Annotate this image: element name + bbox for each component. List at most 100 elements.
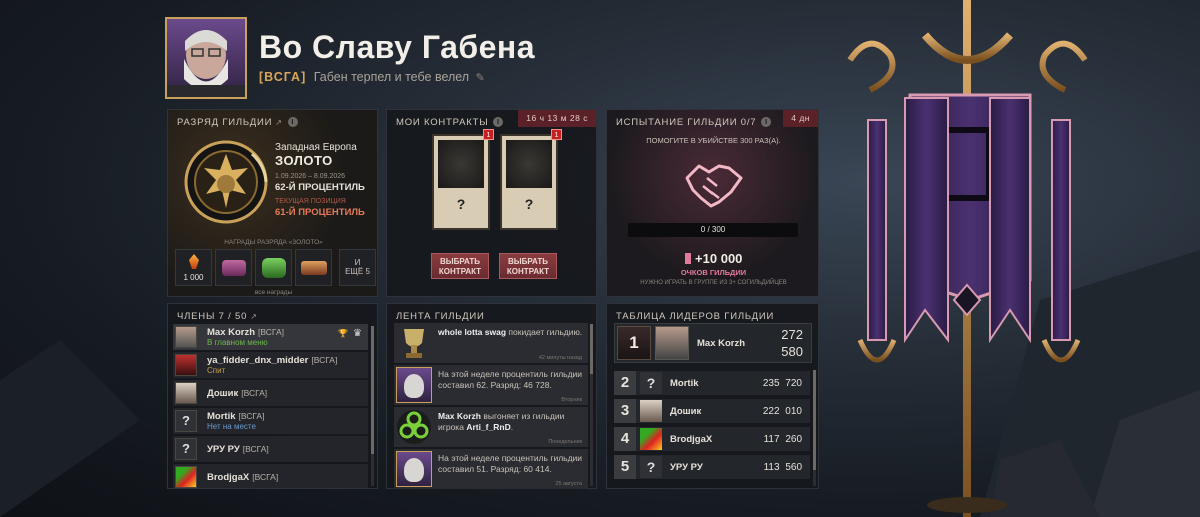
more-rewards-count: ещё 5 — [345, 267, 370, 276]
member-row[interactable]: ? УРУ РУ [ВСГА] — [173, 436, 368, 462]
external-link-icon[interactable]: ↗ — [250, 312, 258, 321]
feed-actor[interactable]: whole lotta swag — [438, 327, 506, 337]
handshake-icon — [685, 164, 743, 208]
pencil-icon[interactable]: ✎ — [476, 72, 485, 84]
feed-actor[interactable]: Max Korzh — [438, 411, 481, 421]
guild-points-icon — [684, 253, 691, 264]
leaderboard-top-row[interactable]: 1 Max Korzh 272 580 — [614, 323, 812, 363]
avatar — [655, 326, 689, 360]
member-tag: [ВСГА] — [241, 388, 268, 398]
contract-card-2[interactable]: ? 1 — [500, 129, 562, 230]
member-status: Нет на месте — [207, 422, 256, 431]
reward-shards[interactable]: 1 000 — [175, 249, 212, 286]
select-contract-label-2: контракт — [506, 267, 550, 276]
info-icon[interactable]: i — [287, 117, 298, 127]
feed-item: whole lotta swag покидает гильдию. 42 ми… — [394, 323, 588, 363]
guild-header: Во Славу Габена [ВСГА] Габен терпел и те… — [165, 17, 765, 99]
select-contract-label: Выбрать — [507, 257, 548, 266]
reward-item-3[interactable] — [255, 249, 292, 286]
feed-text: На этой неделе процентиль гильдии состав… — [438, 369, 583, 390]
members-title: Члены 7 / 50 — [177, 311, 248, 322]
row-name: Дошик — [670, 406, 702, 417]
select-contract-button-2[interactable]: Выбрать контракт — [499, 253, 557, 279]
feed-text: покидает гильдию. — [508, 327, 583, 337]
feed-target[interactable]: Arti_f_RnD — [466, 422, 510, 432]
trophy-icon — [404, 329, 424, 358]
rank-percentile: 62-й процентиль — [275, 182, 365, 193]
member-status: В главном меню — [207, 338, 268, 347]
member-name: Mortik — [207, 411, 236, 422]
contract-card-1[interactable]: ? 1 — [432, 129, 494, 230]
challenge-progress-text: 0 / 300 — [700, 225, 726, 234]
chest-icon — [222, 260, 246, 276]
leaderboard-scrollbar[interactable] — [813, 370, 816, 470]
notification-badge: 1 — [483, 129, 494, 140]
member-name: ya_fidder_dnx_midder — [207, 355, 309, 366]
avatar: ? — [640, 456, 662, 478]
avatar: ? — [175, 410, 197, 432]
select-contract-button-1[interactable]: Выбрать контракт — [431, 253, 489, 279]
row-rank: 5 — [614, 455, 636, 479]
select-contract-label-2: контракт — [438, 267, 482, 276]
more-rewards[interactable]: И ещё 5 — [339, 249, 376, 286]
member-row[interactable]: ya_fidder_dnx_midder [ВСГА] Спит — [173, 352, 368, 378]
member-name: Max Korzh — [207, 327, 256, 338]
current-position-label: Текущая позиция — [275, 198, 346, 205]
rank-period: 1.09.2026 – 8.09.2026 — [275, 173, 346, 180]
rank-one-badge: 1 — [617, 326, 651, 360]
avatar: ? — [175, 438, 197, 460]
contract-unknown: ? — [524, 196, 534, 212]
avatar — [175, 354, 197, 376]
row-rank: 4 — [614, 427, 636, 451]
select-contract-label: Выбрать — [439, 257, 480, 266]
biohazard-icon — [397, 410, 431, 444]
reward-item-2[interactable] — [215, 249, 252, 286]
avatar-portrait — [167, 30, 245, 97]
rank-panel-title: Разряд гильдии — [177, 117, 273, 128]
trophy-icon: 🏆 — [338, 329, 348, 338]
challenge-description: Помогите в убийстве 300 раз(а). — [646, 136, 781, 145]
member-row[interactable]: Дошик [ВСГА] — [173, 380, 368, 406]
member-row[interactable]: Max Korzh [ВСГА] В главном меню 🏆 ♛ — [173, 324, 368, 350]
avatar — [175, 466, 197, 488]
contract-unknown: ? — [456, 196, 466, 212]
more-rewards-and: И — [354, 258, 361, 267]
shard-count: 1 000 — [183, 273, 204, 282]
all-rewards-link[interactable]: все награды — [168, 289, 379, 296]
member-name: BrodjgaX — [207, 472, 250, 483]
leaderboard-row[interactable]: 3 Дошик 222 010 — [614, 399, 810, 423]
leaderboard-row[interactable]: 2 ? Mortik 235 720 — [614, 371, 810, 395]
rank-rewards-label: Награды разряда «Золото» — [224, 239, 323, 246]
feed-date: Вторник — [561, 397, 582, 403]
external-link-icon[interactable]: ↗ — [275, 118, 283, 127]
feed-panel: Лента гильдии whole lotta swag покидает … — [386, 303, 597, 489]
challenge-points: +10 000 — [695, 251, 743, 266]
guild-motto[interactable]: Габен терпел и тебе велел — [314, 70, 469, 84]
feed-scrollbar[interactable] — [590, 324, 593, 374]
reward-item-4[interactable] — [295, 249, 332, 286]
avatar — [640, 400, 662, 422]
member-row[interactable]: ? Mortik [ВСГА] Нет на месте — [173, 408, 368, 434]
contracts-panel: Мои контракты i 16 ч 13 м 28 с ? 1 ? 1 Вы… — [386, 109, 597, 297]
leaderboard-row[interactable]: 5 ? УРУ РУ 113 560 — [614, 455, 810, 479]
avatar — [175, 326, 197, 348]
leaderboard-row[interactable]: 4 BrodjgaX 117 260 — [614, 427, 810, 451]
feed-date: 25 августа — [555, 481, 582, 487]
guild-name: Во Славу Габена — [259, 29, 536, 65]
member-row[interactable]: BrodjgaX [ВСГА] — [173, 464, 368, 488]
info-icon[interactable]: i — [493, 117, 504, 127]
feed-date: Понедельник — [548, 439, 582, 445]
guild-banner[interactable] — [830, 0, 1130, 517]
feed-item: Max Korzh выгоняет из гильдии игрока Art… — [394, 407, 588, 447]
challenge-progress-bar: 0 / 300 — [628, 223, 798, 237]
row-name: BrodjgaX — [670, 434, 713, 445]
feed-item: На этой неделе процентиль гильдии состав… — [394, 365, 588, 405]
guild-logo[interactable] — [165, 17, 247, 99]
members-scrollbar[interactable] — [371, 326, 374, 454]
top-name: Max Korzh — [697, 338, 746, 349]
chest-icon — [262, 258, 286, 278]
contracts-timer: 16 ч 13 м 28 с — [518, 110, 596, 127]
info-icon[interactable]: i — [761, 117, 772, 127]
gold-rank-medal-icon — [184, 140, 268, 224]
row-name: УРУ РУ — [670, 462, 703, 473]
